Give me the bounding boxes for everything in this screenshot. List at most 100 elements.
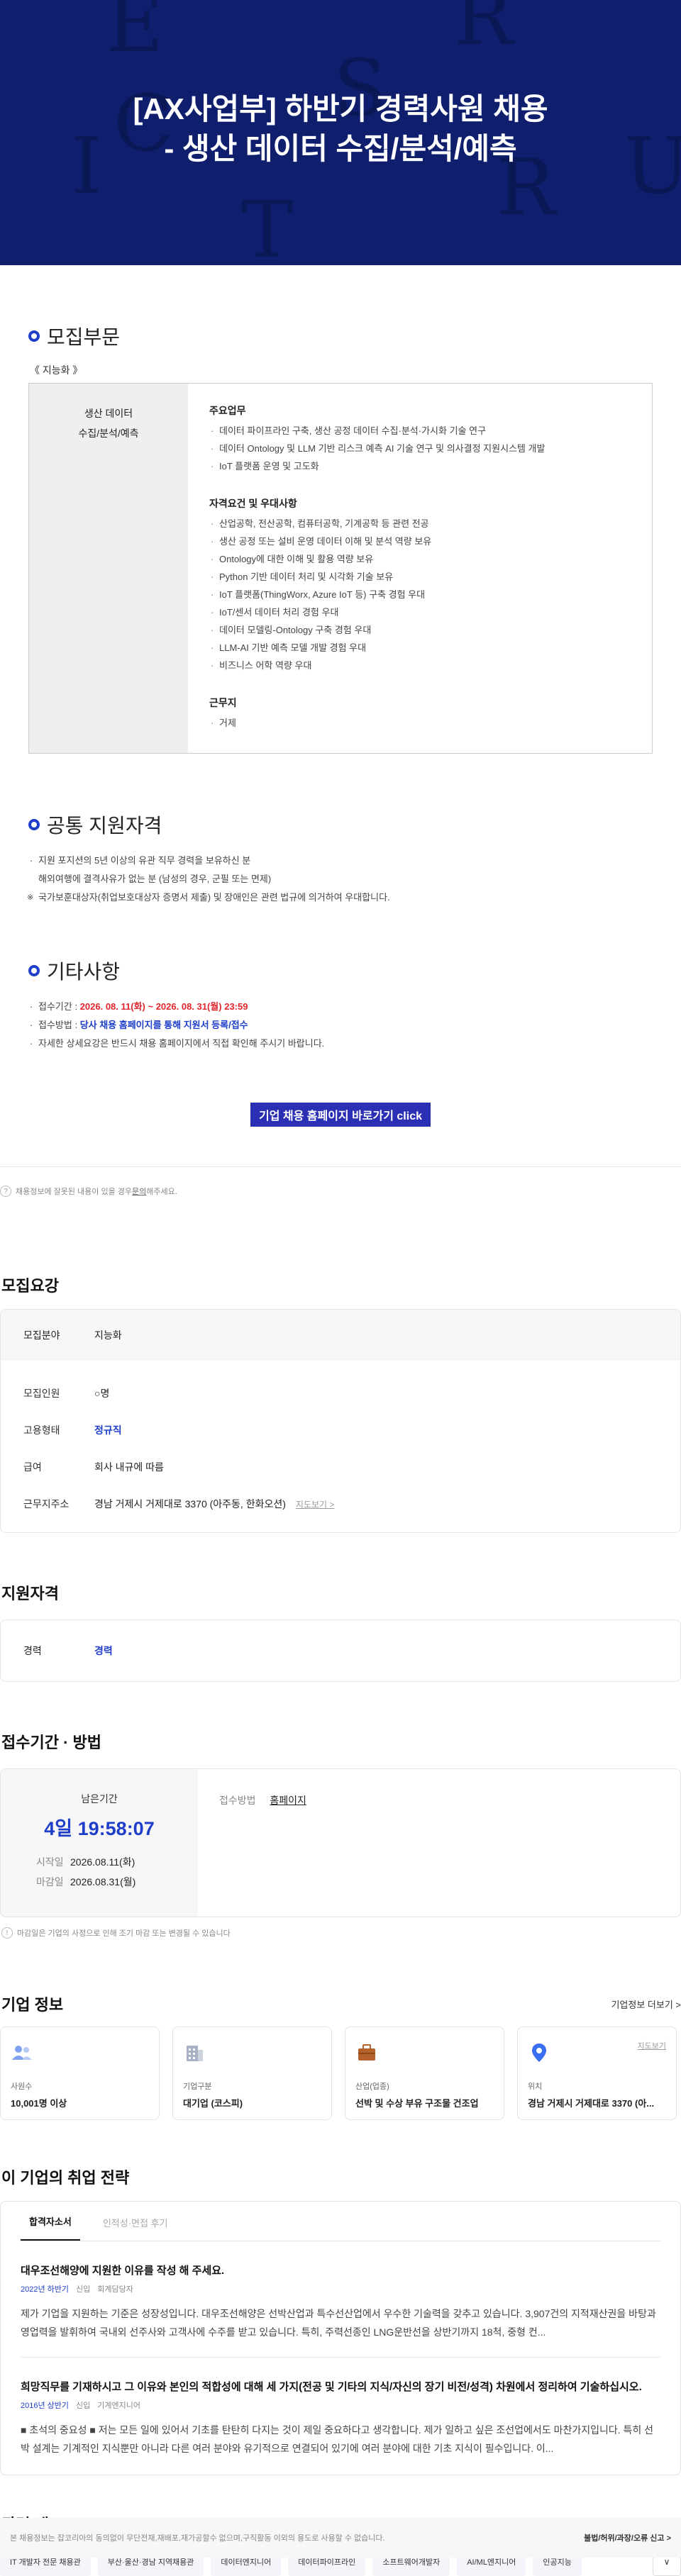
report-note-text: 채용정보에 잘못된 내용이 있을 경우 (16, 1188, 133, 1196)
card-value: 선박 및 수상 부유 구조물 건조업 (355, 2098, 479, 2109)
period-label: 접수기간 : (38, 1001, 80, 1012)
field-label: 모집분야 (23, 1329, 60, 1341)
question: 희망직무를 기재하시고 그 이유와 본인의 적합성에 대해 세 가지(전공 및 … (21, 2381, 642, 2393)
cta-wrap: 기업 채용 홈페이지 바로가기 click (28, 1103, 653, 1127)
company-homepage-button[interactable]: 기업 채용 홈페이지 바로가기 click (250, 1103, 431, 1127)
hero-title-line1: [AX사업부] 하반기 경력사원 채용 (133, 92, 548, 126)
method-label: 접수방법 : (38, 1020, 80, 1030)
footer-bar: 본 채용정보는 잡코리아의 동의없이 무단전재,재배포,재가공할수 없으며,구직… (0, 2518, 681, 2558)
apply-section: 접수기간 · 방법 남은기간 4일 19:58:07 시작일 2026.08.11… (0, 1730, 681, 1948)
recruit-section-heading: 모집부문 (28, 322, 653, 350)
apply-title: 접수기간 · 방법 (1, 1734, 101, 1751)
hero-deco-letter: E (106, 0, 164, 69)
strategy-card: 합격자소서 인적성·면접 후기 대우조선해양에 지원한 이유를 작성 해 주세요… (0, 2201, 681, 2475)
answer-excerpt: ■ 초석의 중요성 ■ 저는 모든 일에 있어서 기초를 탄탄히 다지는 것이 … (21, 2424, 654, 2454)
method-link[interactable]: 홈페이지 (270, 1795, 306, 1806)
recruit-summary-title: 모집요강 (1, 1277, 59, 1295)
card-value: 대기업 (코스피) (183, 2098, 243, 2109)
common-note: 국가보훈대상자(취업보호대상자 증명서 제출) 및 장애인은 관련 법규에 의거… (27, 888, 653, 907)
qual-value: 경력 (94, 1645, 113, 1656)
position-details: 주요업무 데이터 파이프라인 구축, 생산 공정 데이터 수집·분석·가시화 기… (188, 384, 652, 753)
method-label: 접수방법 (219, 1795, 256, 1806)
company-more-link[interactable]: 기업정보 더보기 > (611, 1997, 681, 2011)
company-card-industry: 산업(업종) 선박 및 수상 부유 구조물 건조업 (345, 2026, 504, 2120)
common-item: 지원 포지션의 5년 이상의 유관 직무 경력을 보유하신 분 (28, 852, 653, 870)
company-card-employees: 사원수 10,001명 이상 (0, 2026, 160, 2120)
recruit-heading: 모집부문 (47, 326, 121, 348)
cover-letter-item[interactable]: 대우조선해양에 지원한 이유를 작성 해 주세요. 2022년 하반기 신입 회계담… (21, 2241, 660, 2341)
company-section: 기업 정보 기업정보 더보기 > 사원수 10,001명 이상 기업구분 대기업… (0, 1992, 681, 2120)
qual-item: IoT 플랫폼(ThingWorx, Azure IoT 등) 구축 경험 우대 (209, 586, 631, 603)
hero-banner: E R S C I U T R [AX사업부] 하반기 경력사원 채용 - 생산… (0, 0, 681, 265)
etc-section-heading: 기타사항 (28, 957, 653, 985)
meta-type: 신입 (76, 2402, 91, 2410)
hero-deco-letter: R (454, 0, 513, 62)
row-value: 경남 거제시 거제대로 3370 (아주동, 한화오션) (94, 1498, 286, 1510)
footer-notice: 본 채용정보는 잡코리아의 동의없이 무단전재,재배포,재가공할수 없으며,구직… (10, 2534, 385, 2543)
location-pin-icon (532, 2043, 546, 2062)
report-link[interactable]: 문의 (132, 1186, 146, 1197)
summary-row: 모집인원 ○명 (1, 1375, 680, 1412)
hero-title: [AX사업부] 하반기 경력사원 채용 - 생산 데이터 수집/분석/예측 (0, 89, 681, 169)
summary-row: 근무지주소 경남 거제시 거제대로 3370 (아주동, 한화오션) 지도보기 > (1, 1485, 680, 1522)
people-icon (12, 2046, 32, 2060)
qual-key: 경력 (23, 1645, 42, 1656)
report-note-text-after: 해주세요. (146, 1188, 177, 1196)
qual-item: LLM-AI 기반 예측 모델 개발 경험 우대 (209, 639, 631, 657)
common-requirements: 공통 지원자격 지원 포지션의 5년 이상의 유관 직무 경력을 보유하신 분 … (27, 810, 653, 907)
building-icon (187, 2046, 203, 2061)
end-label: 마감일 (36, 1876, 64, 1888)
end-date-row: 마감일 2026.08.31(월) (36, 1872, 198, 1892)
method-value: 당사 채용 홈페이지를 통해 지원서 등록/접수 (79, 1020, 248, 1030)
quals-title: 자격요건 및 우대사항 (209, 498, 297, 509)
report-button[interactable]: 불법/허위/과장/오류 신고 > (584, 2532, 671, 2543)
apply-card: 남은기간 4일 19:58:07 시작일 2026.08.11(화) 마감일 202… (0, 1768, 681, 1917)
row-key: 근무지주소 (23, 1498, 70, 1510)
circle-bullet-icon (28, 330, 40, 342)
qualification-title: 지원자격 (1, 1585, 59, 1602)
apply-note-text: 마감일은 기업의 사정으로 인해 조기 마감 또는 변경될 수 있습니다 (17, 1929, 231, 1938)
qualification-card: 경력 경력 (0, 1619, 681, 1682)
strategy-tabs: 합격자소서 인적성·면접 후기 (21, 2202, 660, 2241)
countdown-timer: 4일 19:58:07 (44, 1818, 155, 1839)
apply-dates: 시작일 2026.08.11(화) 마감일 2026.08.31(월) (36, 1852, 198, 1892)
location-list: 거제 (209, 714, 631, 732)
notice-body: 모집부문 《 지능화 》 생산 데이터 수집/분석/예측 주요업무 데이터 파이… (0, 265, 681, 1141)
etc-heading: 기타사항 (47, 961, 121, 983)
recruit-summary-card: 모집분야 지능화 모집인원 ○명 고용형태 정규직 급여 회사 내규에 따름 근무지주… (0, 1309, 681, 1533)
card-value: 경남 거제시 거제대로 3370 (아... (528, 2098, 655, 2109)
common-item: 해외여행에 결격사유가 없는 분 (남성의 경우, 군필 또는 면제) (38, 874, 272, 884)
apply-period-panel: 남은기간 4일 19:58:07 시작일 2026.08.11(화) 마감일 202… (1, 1769, 198, 1917)
question-icon: ? (0, 1186, 11, 1197)
job-table: 생산 데이터 수집/분석/예측 주요업무 데이터 파이프라인 구축, 생산 공정… (28, 383, 653, 754)
cover-letter-item[interactable]: 희망직무를 기재하시고 그 이유와 본인의 적합성에 대해 세 가지(전공 및 … (21, 2357, 660, 2458)
company-cards: 사원수 10,001명 이상 기업구분 대기업 (코스피) 산업(업종) 선박 … (0, 2026, 681, 2120)
position-line2: 수집/분석/예측 (78, 428, 139, 439)
report-note: ? 채용정보에 잘못된 내용이 있을 경우 문의 해주세요. (0, 1167, 681, 1204)
circle-bullet-icon (28, 965, 40, 976)
map-link[interactable]: 지도보기 > (296, 1498, 335, 1510)
qual-item: 생산 공정 또는 설비 운영 데이터 이해 및 분석 역량 보유 (209, 533, 631, 550)
hero-deco-letter: T (241, 184, 294, 265)
company-card-type: 기업구분 대기업 (코스피) (172, 2026, 332, 2120)
common-section-heading: 공통 지원자격 (28, 810, 653, 839)
apply-note: ! 마감일은 기업의 사정으로 인해 조기 마감 또는 변경될 수 있습니다 (0, 1917, 681, 1948)
meta-role: 회계담당자 (97, 2285, 133, 2294)
card-key: 기업구분 (183, 2082, 212, 2091)
position-cell: 생산 데이터 수집/분석/예측 (29, 384, 188, 753)
card-key: 사원수 (11, 2082, 33, 2091)
location-item: 거제 (209, 714, 631, 732)
common-heading: 공통 지원자격 (47, 815, 162, 837)
hero-title-line2: - 생산 데이터 수집/분석/예측 (164, 132, 517, 165)
field-value: 지능화 (94, 1329, 122, 1341)
location-map-link[interactable]: 지도보기 (638, 2040, 666, 2051)
strategy-section: 이 기업의 취업 전략 합격자소서 인적성·면접 후기 대우조선해양에 지원한 … (0, 2165, 681, 2475)
etc-section: 기타사항 접수기간 : 2026. 08. 11(화) ~ 2026. 08. … (28, 957, 653, 1053)
duty-item: 데이터 파이프라인 구축, 생산 공정 데이터 수집·분석·가시화 기술 연구 (209, 422, 631, 440)
start-date: 2026.08.11(화) (70, 1856, 135, 1868)
job-posting-page: E R S C I U T R [AX사업부] 하반기 경력사원 채용 - 생산… (0, 0, 681, 2576)
question: 대우조선해양에 지원한 이유를 작성 해 주세요. (21, 2265, 225, 2277)
recruit-summary-section: 모집요강 모집분야 지능화 모집인원 ○명 고용형태 정규직 급여 회사 내규에 따름… (0, 1273, 681, 1533)
tab-cover-letters[interactable]: 합격자소서 (21, 2214, 80, 2241)
tab-interview-reviews[interactable]: 인적성·면접 후기 (94, 2216, 177, 2241)
